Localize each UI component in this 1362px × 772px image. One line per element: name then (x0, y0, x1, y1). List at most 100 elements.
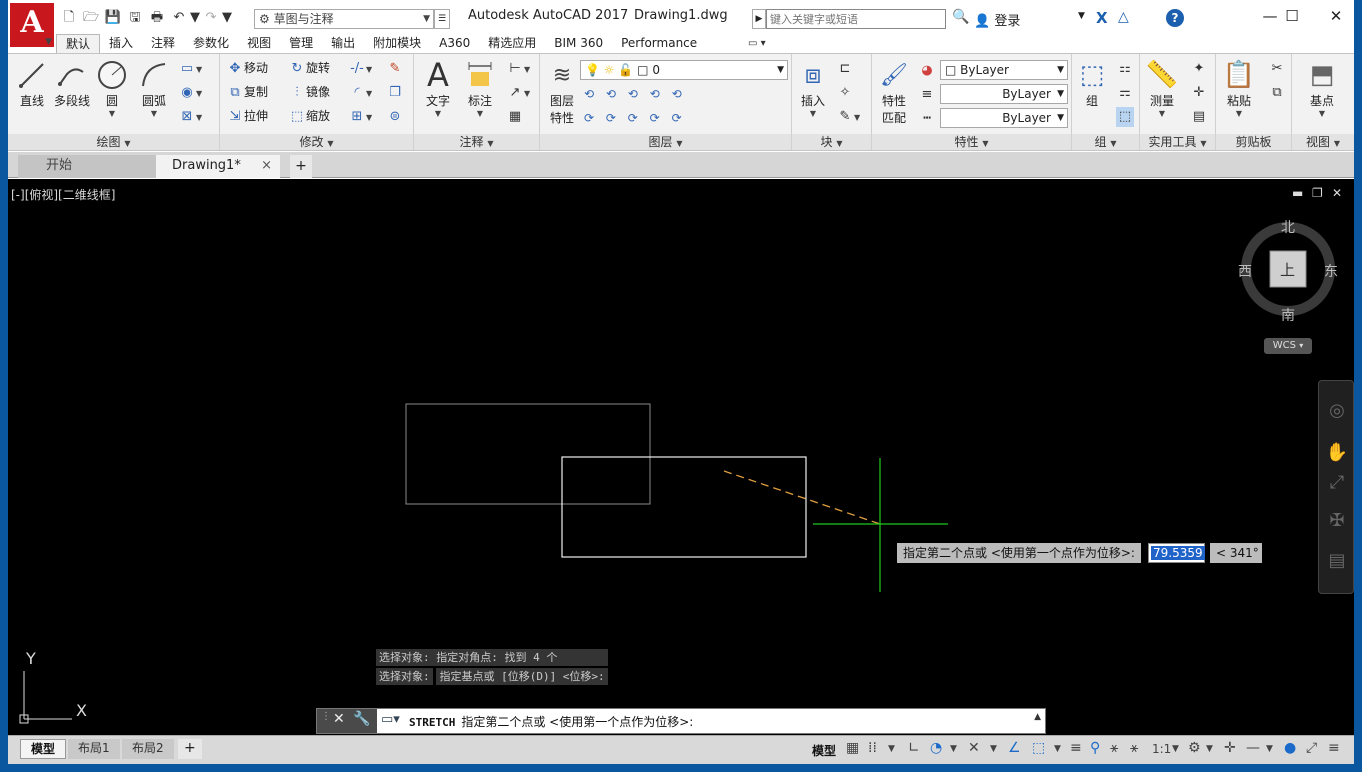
undo-icon[interactable]: ↶ (168, 9, 190, 27)
redo-icon[interactable]: ↷ (200, 9, 222, 27)
chevron-down-icon[interactable]: ▼ (1172, 744, 1179, 754)
group-button[interactable]: ⬚ 组 (1074, 58, 1110, 109)
text-button[interactable]: A 文字 ▼ (420, 56, 456, 118)
ribbon-tab-parametric[interactable]: 参数化 (184, 34, 238, 54)
binoculars-icon[interactable]: 🔍 (952, 9, 969, 25)
properties-panel-title[interactable]: 特性 ▼ (872, 134, 1071, 150)
group-select-tool[interactable]: ⬚ (1116, 106, 1134, 127)
object-snap-tracking-icon[interactable]: ∠ (1008, 740, 1021, 756)
save-as-icon[interactable]: 🖫 (124, 9, 146, 27)
layer-tools-row-2[interactable]: ⟳ ⟳ ⟳ ⟳ ⟳ (584, 108, 686, 128)
scale-button[interactable]: ⬚ 缩放 (288, 106, 330, 126)
erase-button[interactable]: ✎ (386, 58, 404, 78)
array-button[interactable]: ⊞ ▼ (348, 106, 373, 126)
mirror-button[interactable]: ⫶ 镜像 (288, 82, 330, 102)
polar-tracking-icon[interactable]: ◔ (930, 740, 942, 756)
rectangle-tool[interactable]: ▭ ▼ (178, 58, 202, 78)
fillet-button[interactable]: ◜ ▼ (348, 82, 372, 102)
command-line[interactable]: ⋮ ✕ 🔧 ▭▾ STRETCH 指定第二个点或 <使用第一个点作为位移>: ▲ (316, 708, 1046, 734)
lineweight-tool[interactable]: ≡ (918, 84, 936, 104)
copy-clip-tool[interactable]: ⧉ (1268, 82, 1286, 102)
compass-south[interactable]: 南 (1281, 305, 1295, 325)
hatch-tool[interactable]: ◉ ▼ (178, 82, 202, 102)
snap-icon[interactable]: ⁞⁞ (868, 740, 877, 756)
tab-drawing1[interactable]: Drawing1* × (156, 155, 280, 178)
quick-select-tool[interactable]: ✦ (1190, 58, 1208, 78)
a360-icon[interactable]: △ (1118, 9, 1129, 25)
linetype-tool[interactable]: ┅ (918, 108, 936, 128)
linear-dim-tool[interactable]: ⊢ ▼ (506, 58, 530, 78)
ribbon-tab-featured-apps[interactable]: 精选应用 (479, 34, 545, 54)
lineweight-toggle-icon[interactable]: ≡ (1070, 740, 1082, 756)
compass-east[interactable]: 东 (1324, 261, 1338, 281)
close-icon[interactable]: ✕ (333, 711, 345, 727)
block-panel-title[interactable]: 块 ▼ (792, 134, 871, 150)
layout-tab-layout1[interactable]: 布局1 (68, 739, 120, 759)
ortho-icon[interactable]: ∟ (908, 740, 920, 756)
layers-panel-title[interactable]: 图层 ▼ (540, 134, 791, 150)
copy-button[interactable]: ⧉ 复制 (226, 82, 268, 102)
leader-tool[interactable]: ↗ ▼ (506, 82, 531, 102)
command-history-toggle-icon[interactable]: ▲ (1034, 712, 1041, 722)
dynamic-input-distance-field[interactable]: 79.5359 (1148, 543, 1205, 563)
modify-panel-title[interactable]: 修改 ▼ (220, 134, 413, 150)
ribbon-tab-view[interactable]: 视图 (238, 34, 280, 54)
linetype-dropdown[interactable]: ByLayer ▼ (940, 84, 1068, 104)
command-line-grip[interactable]: ⋮ ✕ 🔧 (317, 709, 377, 733)
new-tab-button[interactable]: + (290, 155, 312, 178)
workspace-selector[interactable]: ⚙ 草图与注释 ▼ (254, 9, 434, 29)
layer-properties-button[interactable]: ≋ 图层 特性 (544, 58, 580, 126)
chevron-down-icon[interactable]: ▼ (990, 744, 997, 754)
chevron-down-icon[interactable]: ▼ (1266, 744, 1273, 754)
table-tool[interactable]: ▦ (506, 106, 524, 126)
layout-tab-model[interactable]: 模型 (20, 739, 67, 759)
ribbon-tab-bim360[interactable]: BIM 360 (545, 34, 612, 54)
compass-west[interactable]: 西 (1238, 261, 1252, 281)
dimension-button[interactable]: 标注 ▼ (462, 58, 498, 118)
model-space-toggle[interactable]: 模型 (812, 742, 836, 759)
login-button[interactable]: 👤 登录 (974, 10, 1020, 29)
trim-button[interactable]: -/- ▼ (348, 58, 372, 78)
create-block-tool[interactable]: ⊏ (836, 58, 854, 78)
undo-dropdown-icon[interactable]: ▼ (190, 9, 200, 27)
search-expand-button[interactable]: ▶ (752, 9, 766, 29)
drawing-canvas[interactable]: [-][俯视][二维线框] ▬ ❐ ✕ Y X 北 南 东 西 上 WCS ▾ … (8, 179, 1354, 735)
ribbon-tab-annotate[interactable]: 注释 (142, 34, 184, 54)
offset-button[interactable]: ⊜ (386, 106, 404, 126)
tab-start[interactable]: 开始 (18, 155, 158, 178)
customization-icon[interactable]: ≡ (1328, 740, 1340, 756)
lineweight-dropdown[interactable]: ByLayer ▼ (940, 108, 1068, 128)
measure-button[interactable]: 📏 测量 ▼ (1144, 58, 1180, 118)
close-window-button[interactable]: ✕ (1314, 4, 1358, 28)
annotation-panel-title[interactable]: 注释 ▼ (414, 134, 539, 150)
chevron-down-icon[interactable]: ▼ (1078, 11, 1085, 21)
view-panel-title[interactable]: 视图 ▼ (1292, 134, 1354, 150)
new-file-icon[interactable]: 🗋 (58, 9, 80, 27)
chevron-down-icon[interactable]: ▼ (888, 744, 895, 754)
auto-scale-icon[interactable]: ⚹ (1110, 740, 1118, 756)
showmotion-icon[interactable]: ▤ (1325, 549, 1349, 573)
ribbon-tab-manage[interactable]: 管理 (280, 34, 322, 54)
groups-panel-title[interactable]: 组 ▼ (1072, 134, 1139, 150)
help-icon[interactable]: ? (1166, 9, 1184, 27)
clean-screen-icon[interactable]: ⤢ (1306, 740, 1317, 756)
line-button[interactable]: 直线 (14, 58, 50, 109)
steering-wheel-icon[interactable]: ◎ (1325, 399, 1349, 423)
viewcube[interactable]: 北 南 东 西 上 (1238, 217, 1338, 324)
orbit-icon[interactable]: ✠ (1325, 509, 1349, 533)
compass-north[interactable]: 北 (1281, 217, 1295, 237)
cut-tool[interactable]: ✂ (1268, 58, 1286, 78)
command-input[interactable]: STRETCH 指定第二个点或 <使用第一个点作为位移>: (409, 713, 693, 730)
chevron-down-icon[interactable]: ▼ (950, 744, 957, 754)
ribbon-tab-performance[interactable]: Performance (612, 34, 706, 54)
stretch-button[interactable]: ⇲ 拉伸 (226, 106, 268, 126)
ribbon-tab-output[interactable]: 输出 (322, 34, 364, 54)
ribbon-tab-a360[interactable]: A360 (430, 34, 479, 54)
boundary-tool[interactable]: ⊠ ▼ (178, 106, 203, 126)
dynamic-input-angle-field[interactable]: < 341° (1210, 543, 1262, 563)
save-icon[interactable]: 💾 (102, 9, 124, 27)
grid-icon[interactable]: ▦ (846, 740, 859, 756)
attribute-tool[interactable]: ✎ ▼ (836, 106, 861, 126)
pan-hand-icon[interactable]: ✋ (1325, 441, 1349, 465)
match-properties-button[interactable]: 🖌 特性 匹配 (876, 58, 912, 126)
